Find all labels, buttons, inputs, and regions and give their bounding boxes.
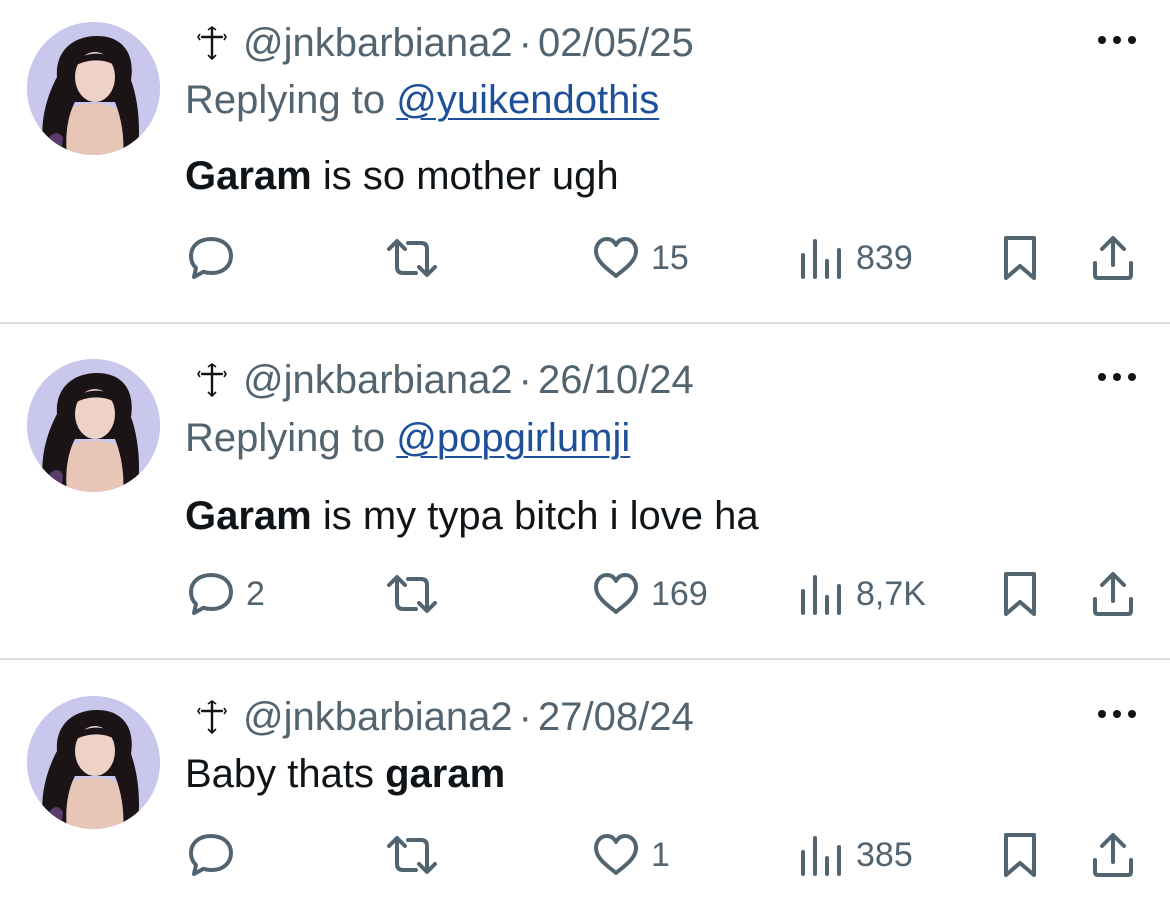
more-options-icon[interactable]	[1094, 365, 1140, 389]
reply-button[interactable]: 2	[186, 564, 265, 624]
views-button[interactable]: 385	[796, 825, 913, 885]
share-button[interactable]	[1088, 825, 1138, 885]
reply-post[interactable]: @jnkbarbiana2 · 26/10/24 Replying to @po…	[0, 323, 1170, 660]
reply-count: 2	[246, 574, 265, 613]
reply-post[interactable]: @jnkbarbiana2 · 27/08/24 Baby thats gara…	[0, 660, 1170, 900]
post-text-rest: is so mother ugh	[311, 154, 619, 198]
reply-icon	[186, 830, 236, 880]
like-button[interactable]: 15	[591, 228, 689, 288]
retweet-icon	[384, 233, 440, 283]
views-icon	[796, 233, 846, 283]
retweet-button[interactable]	[384, 564, 450, 624]
heart-icon	[591, 830, 641, 880]
user-handle[interactable]: @jnkbarbiana2	[243, 358, 513, 403]
post-text-bold: Garam	[185, 494, 312, 538]
avatar[interactable]	[27, 22, 160, 155]
avatar[interactable]	[27, 359, 160, 492]
replying-to-label: Replying to	[185, 416, 397, 460]
post-text: Garam is so mother ugh	[185, 154, 619, 199]
reply-icon	[186, 233, 236, 283]
heart-icon	[591, 233, 641, 283]
bookmark-icon	[998, 569, 1042, 619]
like-count: 15	[651, 238, 689, 277]
view-count: 8,7K	[856, 574, 926, 613]
post-text-rest: is my typa bitch i love ha	[311, 494, 759, 538]
action-bar: 2 169 8,7K	[0, 564, 1170, 624]
post-text: Garam is my typa bitch i love ha	[185, 494, 759, 539]
bookmark-button[interactable]	[998, 825, 1042, 885]
share-icon	[1088, 233, 1138, 283]
reply-post[interactable]: @jnkbarbiana2 · 02/05/25 Replying to @yu…	[0, 0, 1170, 323]
like-button[interactable]: 169	[591, 564, 708, 624]
share-icon	[1088, 830, 1138, 880]
views-icon	[796, 569, 846, 619]
replying-to: Replying to @popgirlumji	[185, 416, 630, 461]
view-count: 839	[856, 238, 913, 277]
avatar-image	[27, 22, 160, 155]
user-handle[interactable]: @jnkbarbiana2	[243, 695, 513, 740]
separator-dot: ·	[518, 357, 532, 402]
heart-icon	[591, 569, 641, 619]
like-count: 1	[651, 835, 670, 874]
separator-dot: ·	[518, 694, 532, 739]
bookmark-button[interactable]	[998, 564, 1042, 624]
user-handle[interactable]: @jnkbarbiana2	[243, 21, 513, 66]
retweet-button[interactable]	[384, 825, 450, 885]
cross-icon	[197, 363, 227, 397]
action-bar: 15 839	[0, 228, 1170, 288]
retweet-icon	[384, 830, 440, 880]
share-button[interactable]	[1088, 564, 1138, 624]
more-options-icon[interactable]	[1094, 702, 1140, 726]
replying-to: Replying to @yuikendothis	[185, 78, 659, 123]
reply-button[interactable]	[186, 825, 246, 885]
post-header: @jnkbarbiana2 · 27/08/24	[197, 691, 694, 743]
post-text: Baby thats garam	[185, 752, 505, 797]
separator-dot: ·	[518, 20, 532, 65]
post-date[interactable]: 26/10/24	[538, 358, 694, 403]
avatar-image	[27, 359, 160, 492]
view-count: 385	[856, 835, 913, 874]
replying-to-link[interactable]: @yuikendothis	[396, 78, 659, 122]
replying-to-link[interactable]: @popgirlumji	[396, 416, 630, 460]
action-bar: 1 385	[0, 825, 1170, 885]
cross-icon	[197, 26, 227, 60]
replying-to-label: Replying to	[185, 78, 397, 122]
share-icon	[1088, 569, 1138, 619]
more-options-icon[interactable]	[1094, 28, 1140, 52]
cross-icon	[197, 700, 227, 734]
post-header: @jnkbarbiana2 · 02/05/25	[197, 17, 694, 69]
like-count: 169	[651, 574, 708, 613]
post-header: @jnkbarbiana2 · 26/10/24	[197, 354, 694, 406]
avatar[interactable]	[27, 696, 160, 829]
bookmark-icon	[998, 233, 1042, 283]
bookmark-button[interactable]	[998, 228, 1042, 288]
reply-icon	[186, 569, 236, 619]
share-button[interactable]	[1088, 228, 1138, 288]
bookmark-icon	[998, 830, 1042, 880]
views-icon	[796, 830, 846, 880]
views-button[interactable]: 839	[796, 228, 913, 288]
like-button[interactable]: 1	[591, 825, 670, 885]
post-text-bold: Garam	[185, 154, 312, 198]
post-date[interactable]: 02/05/25	[538, 21, 694, 66]
post-text-bold: garam	[385, 752, 506, 796]
avatar-image	[27, 696, 160, 829]
views-button[interactable]: 8,7K	[796, 564, 926, 624]
retweet-button[interactable]	[384, 228, 450, 288]
retweet-icon	[384, 569, 440, 619]
reply-feed: @jnkbarbiana2 · 02/05/25 Replying to @yu…	[0, 0, 1170, 900]
post-text-plain: Baby thats	[185, 752, 386, 796]
post-date[interactable]: 27/08/24	[538, 695, 694, 740]
reply-button[interactable]	[186, 228, 246, 288]
